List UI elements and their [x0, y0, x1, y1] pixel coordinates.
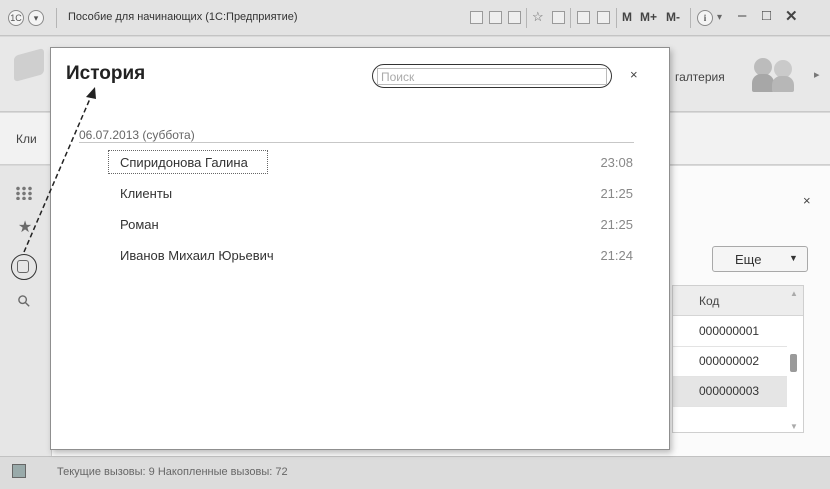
menu-grid-icon[interactable]	[15, 186, 33, 200]
more-button[interactable]: Еще ▼	[712, 246, 808, 272]
people-icon[interactable]	[752, 58, 796, 92]
dropdown-arrow-icon: ▼	[789, 253, 798, 263]
history-item-name: Спиридонова Галина	[120, 155, 248, 170]
app-logo-icon[interactable]: 1С	[8, 10, 24, 26]
history-icon[interactable]	[17, 260, 29, 273]
memory-mminus-button[interactable]: M-	[666, 10, 680, 24]
history-item-time: 23:08	[600, 155, 633, 170]
row-divider	[673, 346, 787, 347]
history-item[interactable]: Спиридонова Галина 23:08	[108, 150, 636, 174]
popup-title: История	[66, 63, 146, 84]
titlebar-separator	[56, 8, 57, 28]
history-item-time: 21:25	[600, 186, 633, 201]
table-cell[interactable]: 000000003	[699, 384, 759, 398]
table-header[interactable]: Код	[673, 286, 803, 316]
titlebar-separator	[526, 8, 527, 28]
row-divider	[673, 376, 787, 377]
chevron-right-icon[interactable]: ▸	[814, 68, 820, 81]
titlebar-separator	[570, 8, 571, 28]
search-highlight	[372, 64, 612, 88]
bookmark-icon[interactable]	[552, 11, 565, 24]
calendar-icon[interactable]	[597, 11, 610, 24]
more-button-label: Еще	[735, 252, 762, 267]
date-header: 06.07.2013 (суббота)	[79, 128, 195, 142]
history-item[interactable]: Иванов Михаил Юрьевич 21:24	[108, 243, 636, 267]
minimize-button[interactable]: –	[738, 7, 746, 24]
calculator-icon[interactable]	[577, 11, 590, 24]
window-title: Пособие для начинающих (1С:Предприятие)	[68, 11, 298, 23]
scroll-up-icon[interactable]: ▲	[790, 289, 798, 298]
table-cell[interactable]: 000000001	[699, 324, 759, 338]
titlebar-separator	[616, 8, 617, 28]
history-item-name: Иванов Михаил Юрьевич	[120, 248, 274, 263]
popup-close-icon[interactable]: ×	[630, 67, 638, 82]
column-header-code: Код	[699, 294, 720, 308]
table-cell[interactable]: 000000002	[699, 354, 759, 368]
search-input[interactable]	[377, 68, 607, 85]
scroll-down-icon[interactable]: ▼	[790, 422, 798, 431]
star-icon[interactable]: ★	[14, 219, 36, 237]
scrollbar-thumb[interactable]	[790, 354, 797, 372]
status-text: Текущие вызовы: 9 Накопленные вызовы: 72	[57, 466, 288, 478]
save-icon[interactable]	[470, 11, 483, 24]
date-divider	[79, 142, 634, 143]
favorite-icon[interactable]: ☆	[532, 9, 544, 25]
history-item-time: 21:24	[600, 248, 633, 263]
status-icon[interactable]	[12, 464, 26, 478]
history-item-name: Роман	[120, 217, 159, 232]
history-item-name: Клиенты	[120, 186, 173, 201]
window-close-button[interactable]: ✕	[785, 7, 798, 25]
row-divider	[673, 406, 787, 407]
section-accounting-label[interactable]: галтерия	[675, 70, 725, 84]
main-menu-icon[interactable]: ▾	[28, 10, 44, 26]
memory-mplus-button[interactable]: M+	[640, 10, 657, 24]
history-item-time: 21:25	[600, 217, 633, 232]
tab-clients[interactable]: Кли	[16, 132, 37, 146]
maximize-button[interactable]: □	[762, 7, 771, 24]
form-close-icon[interactable]: ×	[803, 193, 811, 208]
titlebar-separator	[690, 8, 691, 28]
code-table: Код 000000001 000000002 000000003 ▲ ▼	[672, 285, 804, 433]
memory-m-button[interactable]: M	[622, 10, 632, 24]
info-icon[interactable]: i	[697, 10, 713, 26]
print-icon[interactable]	[489, 11, 502, 24]
preview-icon[interactable]	[508, 11, 521, 24]
history-item[interactable]: Клиенты 21:25	[108, 181, 636, 205]
chevron-down-icon[interactable]: ▾	[717, 12, 722, 23]
history-item[interactable]: Роман 21:25	[108, 212, 636, 236]
